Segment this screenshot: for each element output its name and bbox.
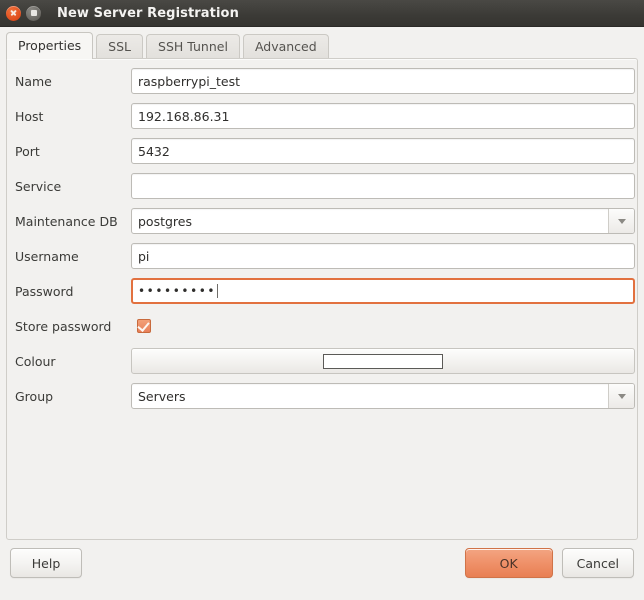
colour-swatch: [323, 354, 443, 369]
ok-button[interactable]: OK: [465, 548, 553, 578]
store-password-wrap: [131, 319, 635, 333]
store-password-checkbox[interactable]: [137, 319, 151, 333]
row-service: Service: [7, 173, 639, 199]
row-maintenance-db: Maintenance DB postgres: [7, 208, 639, 234]
colour-picker-button[interactable]: [131, 348, 635, 374]
label-host: Host: [11, 109, 131, 124]
check-icon: [137, 319, 149, 332]
label-colour: Colour: [11, 354, 131, 369]
tab-advanced[interactable]: Advanced: [243, 34, 329, 59]
port-input[interactable]: 5432: [131, 138, 635, 164]
label-service: Service: [11, 179, 131, 194]
row-username: Username pi: [7, 243, 639, 269]
username-input[interactable]: pi: [131, 243, 635, 269]
new-server-registration-window: New Server Registration Properties SSL S…: [0, 0, 644, 600]
password-value: •••••••••: [138, 285, 216, 297]
row-store-password: Store password: [7, 313, 639, 339]
properties-panel: Name raspberrypi_test Host 192.168.86.31…: [6, 58, 638, 540]
tab-bar: Properties SSL SSH Tunnel Advanced: [0, 32, 644, 59]
maintenance-db-value: postgres: [132, 214, 608, 229]
maintenance-db-select[interactable]: postgres: [131, 208, 635, 234]
row-port: Port 5432: [7, 138, 639, 164]
service-input[interactable]: [131, 173, 635, 199]
chevron-down-glyph: [618, 394, 626, 399]
window-title: New Server Registration: [57, 6, 239, 21]
row-password: Password •••••••••: [7, 278, 639, 304]
tab-ssl[interactable]: SSL: [96, 34, 143, 59]
password-input[interactable]: •••••••••: [131, 278, 635, 304]
text-caret: [217, 284, 218, 298]
chevron-down-icon[interactable]: [608, 209, 634, 233]
label-port: Port: [11, 144, 131, 159]
maximize-icon[interactable]: [26, 6, 41, 21]
chevron-down-icon[interactable]: [608, 384, 634, 408]
chevron-down-glyph: [618, 219, 626, 224]
row-group: Group Servers: [7, 383, 639, 409]
label-username: Username: [11, 249, 131, 264]
label-password: Password: [11, 284, 131, 299]
group-value: Servers: [132, 389, 608, 404]
dialog-button-bar: Help OK Cancel: [0, 546, 644, 580]
window-controls: [0, 6, 41, 21]
label-maintenance-db: Maintenance DB: [11, 214, 131, 229]
row-host: Host 192.168.86.31: [7, 103, 639, 129]
host-input[interactable]: 192.168.86.31: [131, 103, 635, 129]
label-group: Group: [11, 389, 131, 404]
name-input[interactable]: raspberrypi_test: [131, 68, 635, 94]
label-store-password: Store password: [11, 319, 131, 334]
row-name: Name raspberrypi_test: [7, 68, 639, 94]
cancel-button[interactable]: Cancel: [562, 548, 634, 578]
row-colour: Colour: [7, 348, 639, 374]
tab-ssh-tunnel[interactable]: SSH Tunnel: [146, 34, 240, 59]
titlebar: New Server Registration: [0, 0, 644, 27]
help-button[interactable]: Help: [10, 548, 82, 578]
close-icon[interactable]: [6, 6, 21, 21]
tab-properties[interactable]: Properties: [6, 32, 93, 59]
server-form: Name raspberrypi_test Host 192.168.86.31…: [7, 59, 639, 418]
group-select[interactable]: Servers: [131, 383, 635, 409]
label-name: Name: [11, 74, 131, 89]
